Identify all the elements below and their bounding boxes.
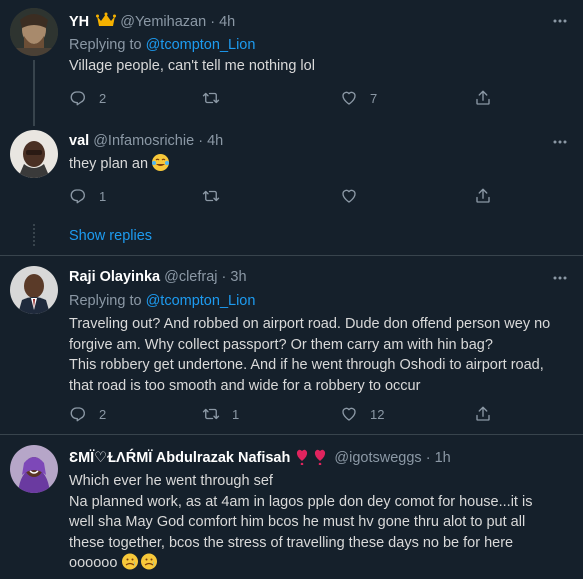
like-count: 12 (370, 406, 385, 422)
tweet-text: Traveling out? And robbed on airport roa… (69, 314, 574, 396)
share-button[interactable] (474, 186, 492, 206)
show-replies-link[interactable]: Show replies (69, 228, 152, 244)
retweet-button[interactable] (202, 186, 232, 206)
crown-emoji (96, 12, 117, 28)
like-count: 7 (370, 90, 378, 106)
display-name[interactable]: val (69, 133, 89, 149)
reply-icon (70, 189, 85, 204)
tweet-header: val @Infamosrichie · 4h (69, 133, 223, 149)
mention-link[interactable]: @tcompton_Lion (146, 37, 256, 53)
avatar[interactable] (10, 8, 58, 56)
separator-dot: · (425, 450, 431, 466)
tweet-actions: 2 1 12 (69, 404, 509, 424)
reply-count: 2 (99, 90, 107, 106)
separator-dot: · (221, 269, 227, 285)
reply-count: 1 (99, 188, 107, 204)
share-icon (476, 406, 490, 421)
sad-face-emoji (121, 553, 159, 570)
tweet[interactable]: YH @Yemihazan · 4h Replying to @tcompton… (0, 0, 583, 118)
tweet-header: ƐMÏ♡ⱢΛŔMÏ Abdulrazak Nafisah @igotsweggs… (69, 448, 451, 466)
tweet-text-line: these together, bcos the stress of trave… (69, 534, 514, 551)
separator-dot: · (210, 14, 216, 30)
separator-dot: · (198, 133, 204, 149)
tweet-text: they plan an (69, 154, 574, 175)
thread-connector (33, 60, 35, 126)
reply-icon (70, 91, 85, 106)
avatar[interactable] (10, 445, 58, 493)
tweet-header: YH @Yemihazan · 4h (69, 12, 235, 30)
retweet-icon (202, 92, 220, 104)
retweet-button[interactable]: 1 (202, 404, 239, 424)
user-handle[interactable]: @Yemihazan (120, 14, 206, 30)
share-button[interactable] (474, 404, 492, 424)
timestamp[interactable]: 3h (230, 269, 246, 285)
tweet-text: Village people, can't tell me nothing lo… (69, 58, 315, 74)
tweet-text-line: well sha May God comfort him bcos he mus… (69, 514, 526, 530)
tweet-header: Raji Olayinka @clefraj · 3h (69, 269, 247, 285)
display-name[interactable]: YH (69, 14, 89, 30)
user-handle[interactable]: @clefraj (164, 269, 217, 285)
replying-to-label: Replying to (69, 293, 142, 309)
avatar[interactable] (10, 266, 58, 314)
tweet-actions: 1 (69, 186, 509, 206)
tweet-text-content: they plan an (69, 156, 149, 172)
replying-to-label: Replying to (69, 37, 142, 53)
tweet[interactable]: val @Infamosrichie · 4h they plan an 1 S… (0, 118, 583, 258)
reply-button[interactable]: 2 (69, 404, 106, 424)
avatar[interactable] (10, 130, 58, 178)
more-options-icon[interactable] (551, 269, 569, 287)
reply-count: 2 (99, 406, 107, 422)
share-icon (476, 188, 490, 203)
tweet-actions: 2 7 (69, 88, 509, 108)
retweet-icon (202, 190, 220, 202)
user-handle[interactable]: @Infamosrichie (93, 133, 194, 149)
share-icon (476, 90, 490, 105)
retweet-count: 1 (232, 406, 240, 422)
mention-link[interactable]: @tcompton_Lion (146, 293, 256, 309)
tears-of-joy-emoji (152, 154, 170, 171)
reply-button[interactable]: 2 (69, 88, 106, 108)
replying-to: Replying to @tcompton_Lion (69, 37, 255, 53)
display-name[interactable]: Raji Olayinka (69, 269, 160, 285)
timestamp[interactable]: 4h (207, 133, 223, 149)
retweet-button[interactable] (202, 88, 232, 108)
more-options-icon[interactable] (551, 133, 569, 151)
reply-button[interactable]: 1 (69, 186, 106, 206)
tweet-text-line: that road is too smooth and wide for a r… (69, 377, 421, 394)
tweet-text-line: Na planned work, as at 4am in lagos pple… (69, 493, 533, 510)
like-button[interactable] (340, 186, 370, 206)
heart-icon (342, 407, 356, 421)
display-name[interactable]: ƐMÏ♡ⱢΛŔMÏ Abdulrazak Nafisah (69, 450, 290, 466)
heart-icon (342, 91, 356, 105)
user-handle[interactable]: @igotsweggs (334, 450, 421, 466)
timestamp[interactable]: 4h (219, 14, 235, 30)
tweet-text-content: oooooo (69, 555, 118, 571)
tweet[interactable]: Raji Olayinka @clefraj · 3h Replying to … (0, 256, 583, 436)
tweet[interactable]: ƐMÏ♡ⱢΛŔMÏ Abdulrazak Nafisah @igotsweggs… (0, 435, 583, 579)
like-button[interactable]: 12 (340, 404, 384, 424)
timestamp[interactable]: 1h (435, 450, 451, 466)
tweet-text: Which ever he went through sef Na planne… (69, 471, 574, 574)
share-button[interactable] (474, 88, 492, 108)
like-button[interactable]: 7 (340, 88, 377, 108)
tweet-text-line: Traveling out? And robbed on airport roa… (69, 316, 551, 332)
retweet-icon (202, 408, 220, 420)
tweet-text-line: This robbery get undertone. And if he we… (69, 357, 544, 373)
tweet-text-line-last: oooooo (69, 553, 574, 574)
replying-to: Replying to @tcompton_Lion (69, 293, 255, 309)
heart-exclamation-emoji (294, 448, 330, 466)
tweet-text-line: Which ever he went through sef (69, 473, 273, 489)
tweet-text-line: forgive am. Why collect passport? Or the… (69, 336, 493, 353)
thread-dots (33, 224, 35, 246)
more-options-icon[interactable] (551, 12, 569, 30)
reply-icon (70, 407, 85, 422)
heart-icon (342, 189, 356, 203)
